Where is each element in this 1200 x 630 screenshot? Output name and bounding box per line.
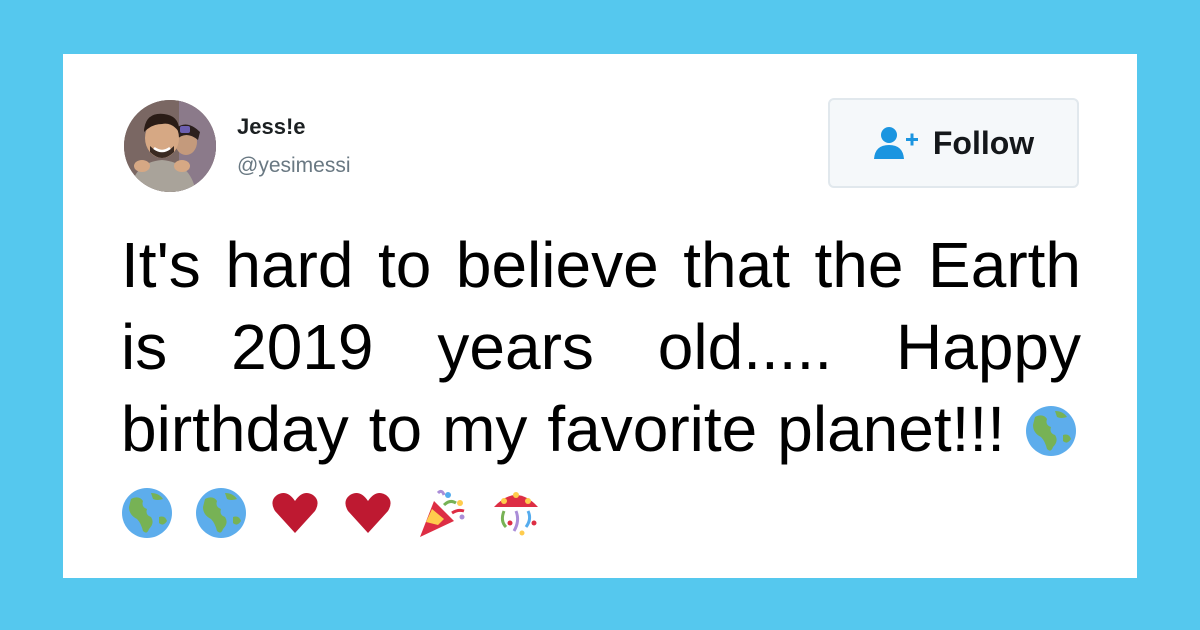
tweet-body: It's hard to believe that the Earth is 2… [121, 224, 1081, 552]
avatar[interactable] [124, 100, 216, 192]
globe-americas-icon [121, 487, 173, 539]
add-user-icon [873, 126, 921, 160]
party-popper-icon [416, 487, 468, 539]
tweet-text: It's hard to believe that the Earth is 2… [121, 229, 1081, 465]
tweet-card: Jess!e @yesimessi Follow It's hard to be… [63, 54, 1137, 578]
red-heart-icon [269, 487, 321, 539]
red-heart-icon [342, 487, 394, 539]
follow-label: Follow [932, 124, 1035, 161]
globe-americas-icon [1025, 405, 1077, 457]
globe-americas-icon [195, 487, 247, 539]
follow-button[interactable]: Follow [828, 98, 1079, 188]
user-display-name[interactable]: Jess!e [237, 114, 306, 140]
confetti-ball-icon [490, 487, 542, 539]
profile-photo-icon [124, 100, 216, 192]
user-handle[interactable]: @yesimessi [237, 154, 351, 178]
